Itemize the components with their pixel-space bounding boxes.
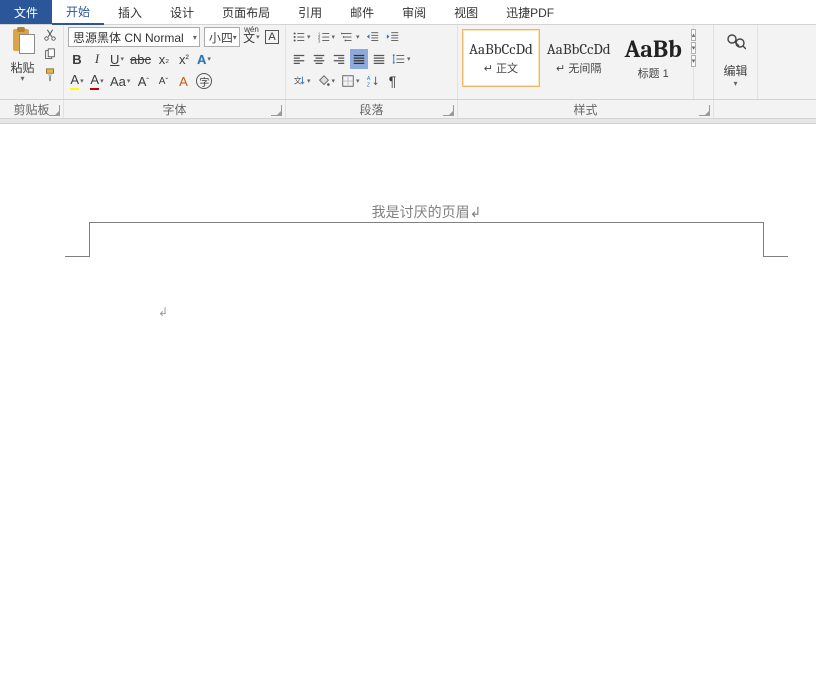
find-icon[interactable] (726, 33, 746, 56)
style-no-spacing-label: ↵ 无间隔 (556, 60, 601, 76)
tab-insert[interactable]: 插入 (104, 0, 156, 24)
clear-formatting-button[interactable]: A (174, 71, 192, 91)
label-font: 字体 (64, 100, 286, 118)
style-normal-preview: AaBbCcDd (469, 40, 533, 58)
justify-button[interactable] (350, 49, 368, 69)
header-text[interactable]: 我是讨厌的页眉↲ (65, 202, 788, 222)
show-marks-button[interactable]: ¶ (384, 71, 402, 91)
document-area[interactable]: 我是讨厌的页眉↲ ↲ (0, 140, 816, 692)
chevron-down-icon: ▾ (233, 33, 237, 42)
font-size-value: 小四 (209, 29, 233, 46)
tab-review[interactable]: 审阅 (388, 0, 440, 24)
group-paragraph: ▾ 123▾ ▾ ▾ 文▾ ▾ ▾ AZ ¶ (286, 25, 458, 99)
phonetic-guide-pinyin: wén (244, 25, 259, 34)
svg-text:Z: Z (366, 82, 370, 88)
group-labels: 剪贴板 字体 段落 样式 (0, 100, 816, 119)
tab-strip: 文件 开始 插入 设计 页面布局 引用 邮件 审阅 视图 迅捷PDF (0, 0, 816, 25)
styles-launcher[interactable] (699, 105, 710, 116)
tab-file[interactable]: 文件 (0, 0, 52, 24)
ribbon: 粘贴 ▾ 思源黑体 CN Normal▾ 小四▾ wén文▾ A B I U▾ (0, 25, 816, 100)
align-left-button[interactable] (290, 49, 308, 69)
chevron-down-icon: ▾ (193, 33, 197, 42)
phonetic-guide-button[interactable]: wén文▾ (242, 27, 261, 47)
bold-button[interactable]: B (68, 49, 86, 69)
font-name-value: 思源黑体 CN Normal (73, 29, 184, 46)
numbering-button[interactable]: 123▾ (315, 27, 338, 47)
label-blank (714, 100, 816, 118)
paragraph-mark: ↲ (158, 305, 168, 319)
paste-icon (10, 27, 36, 57)
font-color-button[interactable]: A▾ (88, 71, 106, 91)
tab-layout[interactable]: 页面布局 (208, 0, 284, 24)
superscript-button[interactable]: x² (175, 49, 193, 69)
style-heading1-label: 标题 1 (638, 65, 669, 81)
header-corner-right (763, 222, 788, 257)
tab-view[interactable]: 视图 (440, 0, 492, 24)
paste-dropdown-icon[interactable]: ▾ (20, 74, 24, 83)
tab-home[interactable]: 开始 (52, 0, 104, 25)
tab-pdf[interactable]: 迅捷PDF (492, 0, 568, 24)
char-border-button[interactable]: A (263, 27, 281, 47)
tab-mail[interactable]: 邮件 (336, 0, 388, 24)
font-name-combo[interactable]: 思源黑体 CN Normal ▾ (68, 27, 200, 47)
highlight-button[interactable]: A▾ (68, 71, 86, 91)
style-normal-label: ↵ 正文 (484, 60, 518, 76)
line-spacing-button[interactable]: ▾ (390, 49, 413, 69)
copy-button[interactable] (42, 47, 58, 63)
header-corner-left (65, 222, 90, 257)
editing-dropdown-icon[interactable]: ▾ (733, 79, 737, 88)
font-launcher[interactable] (271, 105, 282, 116)
label-clipboard: 剪贴板 (0, 100, 64, 118)
font-size-combo[interactable]: 小四▾ (204, 27, 240, 47)
tab-design[interactable]: 设计 (156, 0, 208, 24)
borders-button[interactable]: ▾ (339, 71, 362, 91)
page-header[interactable]: 我是讨厌的页眉↲ (65, 222, 788, 256)
style-heading1[interactable]: AaBb 标题 1 (618, 29, 689, 87)
enclose-char-button[interactable]: 字 (194, 71, 214, 91)
increase-indent-button[interactable] (384, 27, 402, 47)
svg-text:A: A (366, 76, 370, 82)
shrink-font-button[interactable]: Aˇ (154, 71, 172, 91)
shading-button[interactable]: ▾ (315, 71, 338, 91)
format-painter-button[interactable] (42, 67, 58, 83)
bullets-button[interactable]: ▾ (290, 27, 313, 47)
paste-button[interactable]: 粘贴 ▾ (6, 27, 40, 83)
text-direction-button[interactable]: 文▾ (290, 71, 313, 91)
grow-font-button[interactable]: Aˆ (134, 71, 152, 91)
decrease-indent-button[interactable] (364, 27, 382, 47)
group-styles: AaBbCcDd ↵ 正文 AaBbCcDd ↵ 无间隔 AaBb 标题 1 ▴… (458, 25, 694, 99)
text-effects-button[interactable]: A▾ (195, 49, 213, 69)
sort-button[interactable]: AZ (364, 71, 382, 91)
align-center-button[interactable] (310, 49, 328, 69)
clipboard-launcher[interactable] (49, 105, 60, 116)
style-heading1-preview: AaBb (625, 35, 682, 63)
label-styles: 样式 (458, 100, 714, 118)
style-no-spacing[interactable]: AaBbCcDd ↵ 无间隔 (540, 29, 618, 87)
align-right-button[interactable] (330, 49, 348, 69)
paragraph-launcher[interactable] (443, 105, 454, 116)
svg-text:3: 3 (317, 38, 320, 43)
subscript-button[interactable]: x₂ (155, 49, 173, 69)
group-spacer (694, 25, 714, 99)
header-rule (89, 222, 764, 223)
italic-button[interactable]: I (88, 49, 106, 69)
distribute-button[interactable] (370, 49, 388, 69)
group-font: 思源黑体 CN Normal▾ 小四▾ wén文▾ A B I U▾ abc x… (64, 25, 286, 99)
style-normal[interactable]: AaBbCcDd ↵ 正文 (462, 29, 540, 87)
change-case-button[interactable]: Aa▾ (108, 71, 132, 91)
svg-text:文: 文 (294, 76, 302, 86)
style-no-spacing-preview: AaBbCcDd (547, 40, 611, 58)
editing-label: 编辑 (723, 62, 747, 79)
strikethrough-button[interactable]: abc (128, 49, 153, 69)
group-editing: 编辑 ▾ (714, 25, 758, 99)
label-paragraph: 段落 (286, 100, 458, 118)
tab-references[interactable]: 引用 (284, 0, 336, 24)
underline-button[interactable]: U▾ (108, 49, 126, 69)
cut-button[interactable] (42, 27, 58, 43)
multilevel-list-button[interactable]: ▾ (339, 27, 362, 47)
group-clipboard: 粘贴 ▾ (0, 25, 64, 99)
